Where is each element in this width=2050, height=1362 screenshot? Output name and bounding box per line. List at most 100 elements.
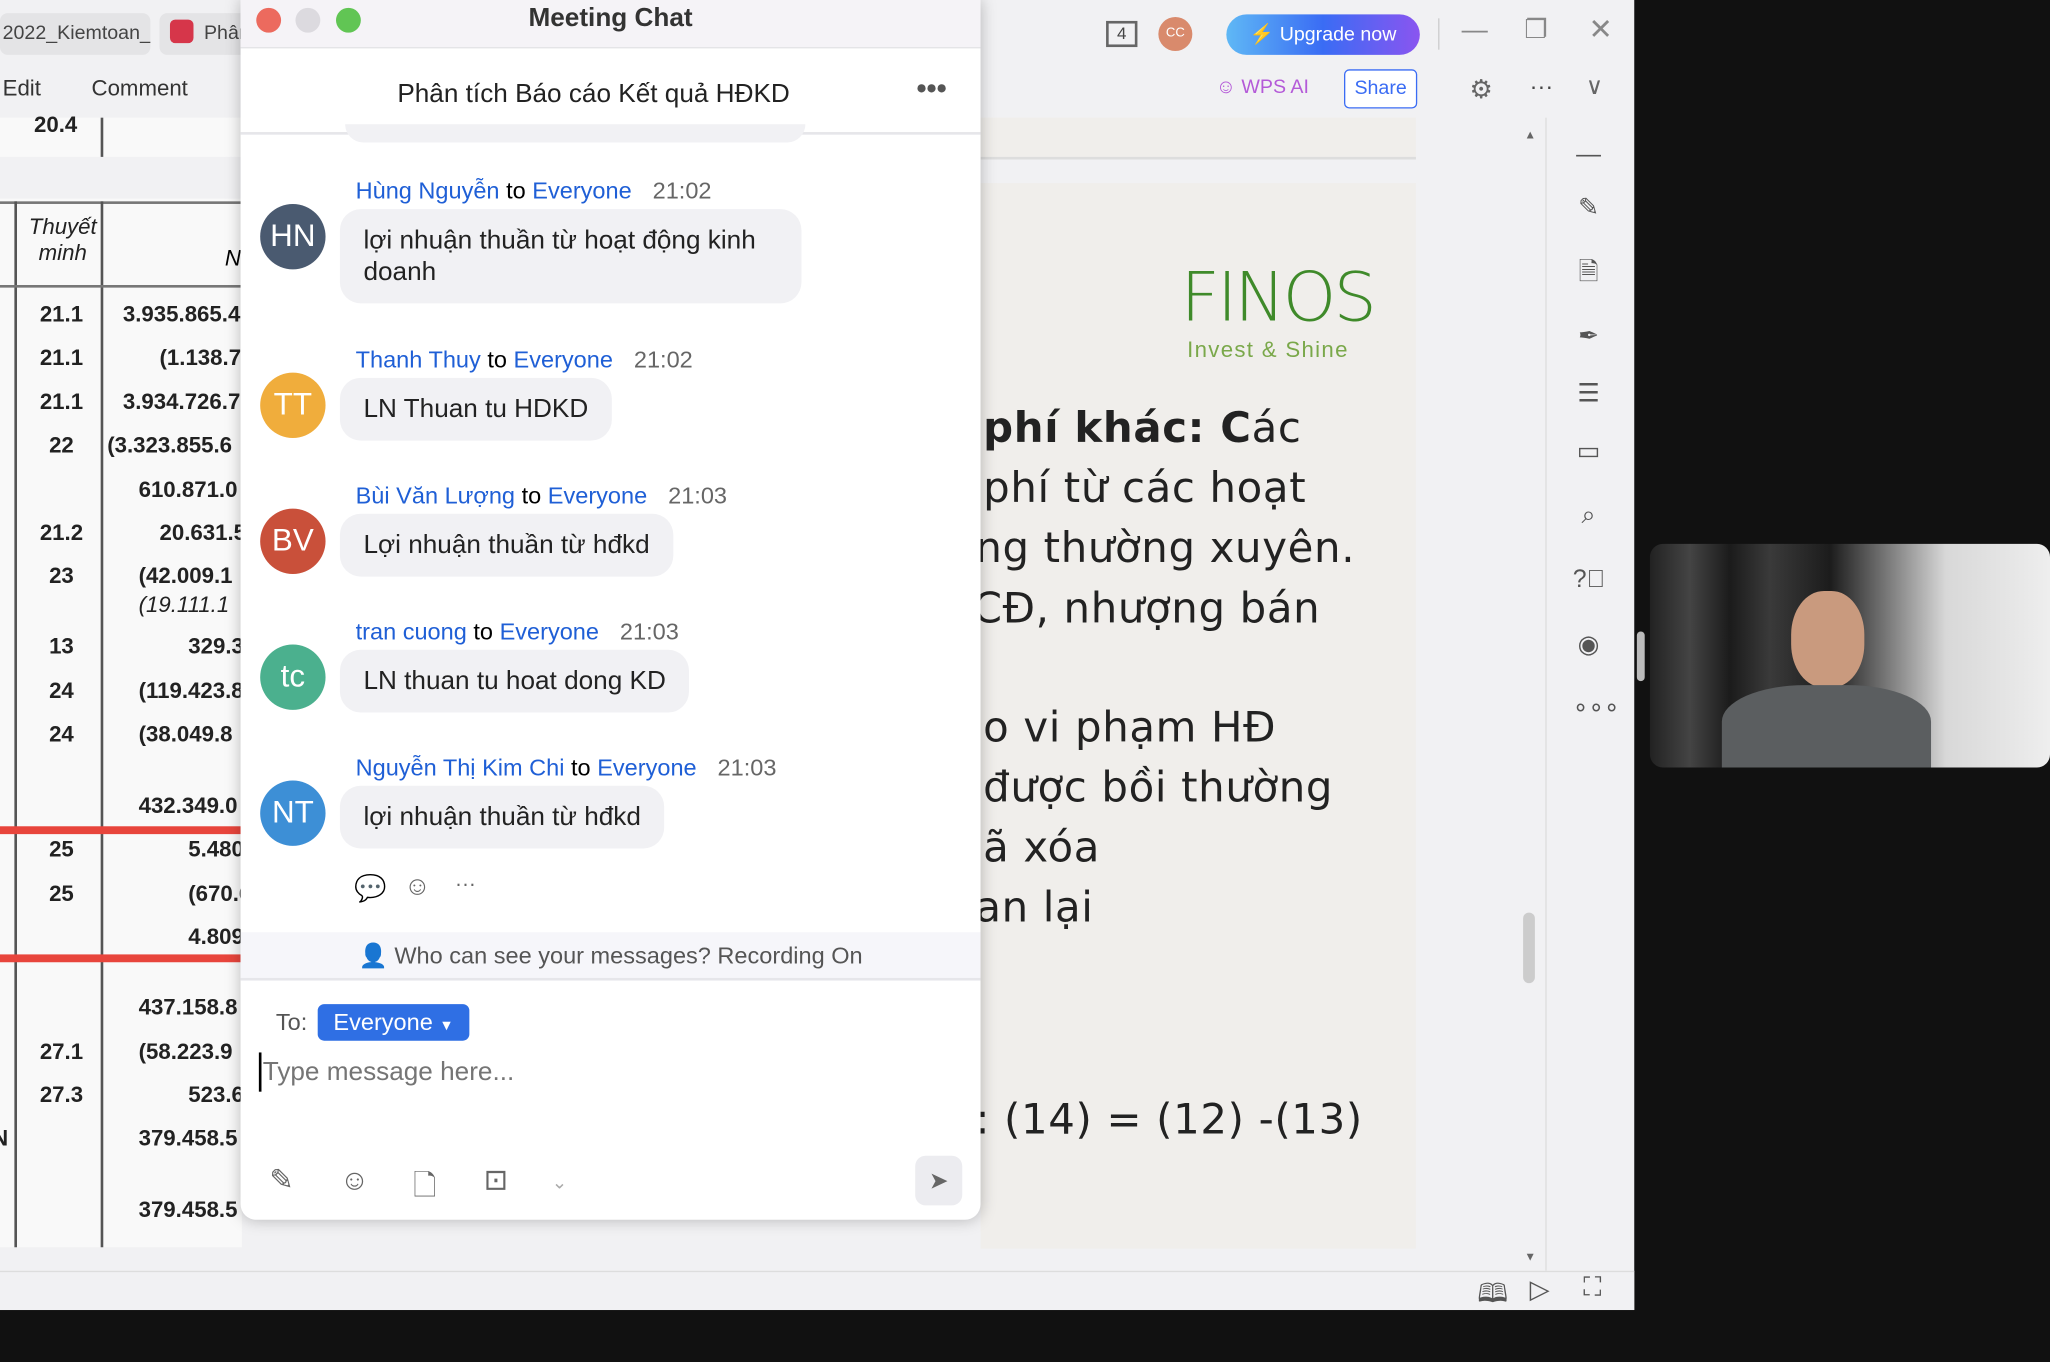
participant-video[interactable] xyxy=(1649,543,2050,768)
format-text-icon[interactable]: ✎ xyxy=(269,1164,293,1198)
avatar[interactable]: HN xyxy=(260,203,326,270)
recipient-name: Everyone xyxy=(532,177,632,204)
menu-comment[interactable]: Comment xyxy=(92,76,188,102)
upgrade-label: Upgrade now xyxy=(1279,23,1397,46)
avatar[interactable]: NT xyxy=(260,780,326,846)
settings-gear-icon[interactable]: ⚙ xyxy=(1470,73,1493,106)
more-options-icon[interactable]: ••• xyxy=(916,72,946,106)
person-shield-icon: 👤 xyxy=(358,942,388,969)
outline-icon[interactable]: ☰ xyxy=(1573,379,1604,410)
add-reaction-icon[interactable]: ☺ xyxy=(404,872,431,902)
vertical-scrollbar-thumb[interactable] xyxy=(1523,912,1535,984)
message-bubble[interactable]: Lợi nhuận thuần từ hđkd xyxy=(339,513,674,577)
message-time: 21:02 xyxy=(652,177,712,204)
to-word: to xyxy=(506,177,526,204)
page-count-icon[interactable]: 4 xyxy=(1106,20,1138,48)
more-options-icon[interactable]: ··· xyxy=(1530,73,1554,100)
doc-value: 5.480.5 xyxy=(188,836,263,862)
highlight-line xyxy=(0,826,242,835)
message-time: 21:03 xyxy=(717,754,777,781)
slide-line: an lại xyxy=(980,882,1094,933)
book-view-icon[interactable]: 🕮 xyxy=(1477,1275,1508,1319)
slide-line: được bồi thường xyxy=(983,762,1334,812)
close-icon[interactable]: ✕ xyxy=(1588,13,1612,47)
to-word: to xyxy=(571,754,591,781)
message-bubble[interactable]: lợi nhuận thuần từ hoạt động kinh doanh xyxy=(339,209,802,304)
message-time: 21:03 xyxy=(668,482,728,509)
doc-value: (38.049.8 xyxy=(138,721,233,747)
search-icon[interactable]: ⌕ xyxy=(1573,501,1604,532)
send-icon: ➤ xyxy=(928,1167,949,1194)
message-header: Nguyễn Thị Kim Chi to Everyone 21:03 xyxy=(356,754,777,781)
meeting-chat-window: Meeting Chat Phân tích Báo cáo Kết quả H… xyxy=(240,0,981,1220)
lightning-icon: ⚡ xyxy=(1249,23,1275,46)
doc-value: (670.6 xyxy=(188,881,252,907)
chevron-down-icon[interactable]: ∨ xyxy=(1586,73,1603,100)
recipient-name: Everyone xyxy=(597,754,697,781)
upgrade-now-button[interactable]: ⚡ Upgrade now xyxy=(1226,14,1420,55)
tab-phan[interactable]: Phân xyxy=(159,13,252,55)
signature-pen-icon[interactable]: ✒ xyxy=(1573,322,1604,353)
slide-line: : (14) = (12) -(13) xyxy=(980,1094,1363,1144)
doc-note: 20.4 xyxy=(33,112,78,138)
doc-value: 437.158.8 xyxy=(138,994,238,1020)
share-button[interactable]: Share xyxy=(1344,69,1418,109)
doc-value: 3.935.865.4 xyxy=(122,302,241,327)
sender-name[interactable]: Hùng Nguyễn xyxy=(356,178,500,204)
help-icon[interactable]: ?⃝ xyxy=(1573,565,1605,596)
doc-value: 379.458.5 xyxy=(138,1197,238,1223)
wps-ai-button[interactable]: ☺ WPS AI xyxy=(1216,76,1309,98)
doc-value: 329.3 xyxy=(188,634,244,659)
slide-line: ng thường xuyên. xyxy=(980,522,1356,573)
more-actions-icon[interactable]: ··· xyxy=(455,873,476,897)
avatar[interactable]: tc xyxy=(260,644,326,710)
edit-icon[interactable]: ✎ xyxy=(1573,193,1604,224)
tab-label: 2022_Kiemtoan_ xyxy=(2,22,151,45)
message-bubble[interactable]: LN Thuan tu HDKD xyxy=(339,377,612,441)
screenshot-icon[interactable]: ⊡ xyxy=(484,1164,508,1198)
chevron-down-icon[interactable]: ⌄ xyxy=(552,1171,567,1193)
restore-icon[interactable]: ❐ xyxy=(1524,13,1547,46)
screen: 2022_Kiemtoan_ Phân Edit Comment 4 CC ⚡ … xyxy=(0,0,2050,1362)
message-bubble[interactable]: LN thuan tu hoat dong KD xyxy=(339,649,690,713)
recipient-select[interactable]: Everyone ▼ xyxy=(317,1004,470,1041)
to-word: to xyxy=(487,346,507,373)
window-title: Meeting Chat xyxy=(528,3,693,33)
finos-tagline: Invest & Shine xyxy=(1187,337,1349,363)
sender-name[interactable]: Bùi Văn Lượng xyxy=(356,482,515,508)
fullscreen-icon[interactable]: ⛶ xyxy=(1583,1273,1601,1303)
privacy-notice[interactable]: 👤 Who can see your messages? Recording O… xyxy=(240,932,981,981)
recipient-name: Everyone xyxy=(499,618,599,645)
recipient-name: Everyone xyxy=(547,482,648,509)
slide-line: phí từ các hoạt xyxy=(983,462,1307,513)
doc-value: 20.631.5 xyxy=(159,520,247,546)
file-icon[interactable]: 🗋 xyxy=(413,1164,436,1214)
reply-icon[interactable]: 💬 xyxy=(354,872,387,905)
message-input[interactable] xyxy=(258,1052,952,1092)
document-export-icon[interactable]: 🗎 xyxy=(1573,258,1604,289)
scroll-view-icon[interactable]: ▭ xyxy=(1573,437,1604,468)
eye-protection-icon[interactable]: ◉ xyxy=(1573,630,1604,661)
scroll-down-arrow[interactable]: ▼ xyxy=(1524,1250,1536,1263)
avatar[interactable]: TT xyxy=(260,372,326,438)
emoji-icon[interactable]: ☺ xyxy=(340,1164,369,1198)
avatar[interactable]: BV xyxy=(260,508,326,574)
sender-name[interactable]: Nguyễn Thị Kim Chi xyxy=(356,754,565,780)
wps-ai-label: WPS AI xyxy=(1241,75,1309,99)
user-avatar[interactable]: CC xyxy=(1158,16,1193,51)
person-shirt xyxy=(1721,685,1932,768)
doc-value: (19.111.1 xyxy=(138,592,230,618)
play-icon[interactable]: ▷ xyxy=(1530,1273,1550,1306)
sender-name[interactable]: tran cuong xyxy=(356,618,467,644)
divider xyxy=(1438,18,1440,50)
scroll-up-arrow[interactable]: ▲ xyxy=(1524,128,1536,141)
collapse-icon[interactable]: — xyxy=(1573,140,1604,171)
tab-kiemtoan[interactable]: 2022_Kiemtoan_ xyxy=(0,13,151,55)
message-bubble[interactable]: lợi nhuận thuần từ hđkd xyxy=(339,785,665,849)
menu-edit[interactable]: Edit xyxy=(3,76,41,102)
panel-resize-handle[interactable] xyxy=(1636,631,1645,682)
minimize-icon[interactable]: — xyxy=(1462,16,1488,46)
more-icon[interactable]: ∘∘∘ xyxy=(1573,693,1620,724)
sender-name[interactable]: Thanh Thuy xyxy=(356,346,481,372)
send-button[interactable]: ➤ xyxy=(915,1155,963,1206)
